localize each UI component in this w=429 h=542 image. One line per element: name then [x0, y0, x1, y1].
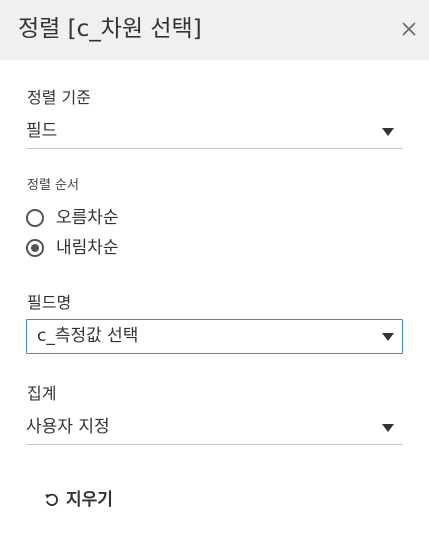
- sort-basis-value: 필드: [26, 121, 58, 141]
- aggregation-select[interactable]: 사용자 지정: [26, 411, 403, 445]
- sort-basis-select[interactable]: 필드: [26, 115, 403, 149]
- field-name-value: c_측정값 선택: [37, 326, 139, 346]
- sort-basis-label: 정렬 기준: [27, 88, 91, 107]
- radio-circle[interactable]: [26, 209, 44, 227]
- sort-order-label: 정렬 순서: [27, 178, 79, 193]
- dialog-header: 정렬 [c_차원 선택]: [0, 0, 429, 60]
- field-name-label: 필드명: [27, 293, 72, 312]
- sort-dialog: 정렬 [c_차원 선택] 정렬 기준 필드 정렬 순서 오름차순 내림차순 필드…: [0, 0, 429, 542]
- dialog-title: 정렬 [c_차원 선택]: [18, 16, 202, 42]
- close-icon[interactable]: [399, 19, 419, 39]
- aggregation-label: 집계: [27, 384, 57, 403]
- chevron-down-icon: [382, 424, 394, 432]
- radio-selected-dot: [31, 244, 39, 252]
- aggregation-value: 사용자 지정: [26, 417, 110, 437]
- clear-button-label: 지우기: [66, 490, 113, 510]
- field-name-select[interactable]: c_측정값 선택: [26, 319, 403, 354]
- refresh-icon: [45, 493, 58, 506]
- radio-circle[interactable]: [26, 239, 44, 257]
- radio-descending-label: 내림차순: [56, 238, 119, 258]
- chevron-down-icon: [382, 128, 394, 136]
- chevron-down-icon: [382, 333, 394, 341]
- radio-ascending-label: 오름차순: [56, 208, 119, 228]
